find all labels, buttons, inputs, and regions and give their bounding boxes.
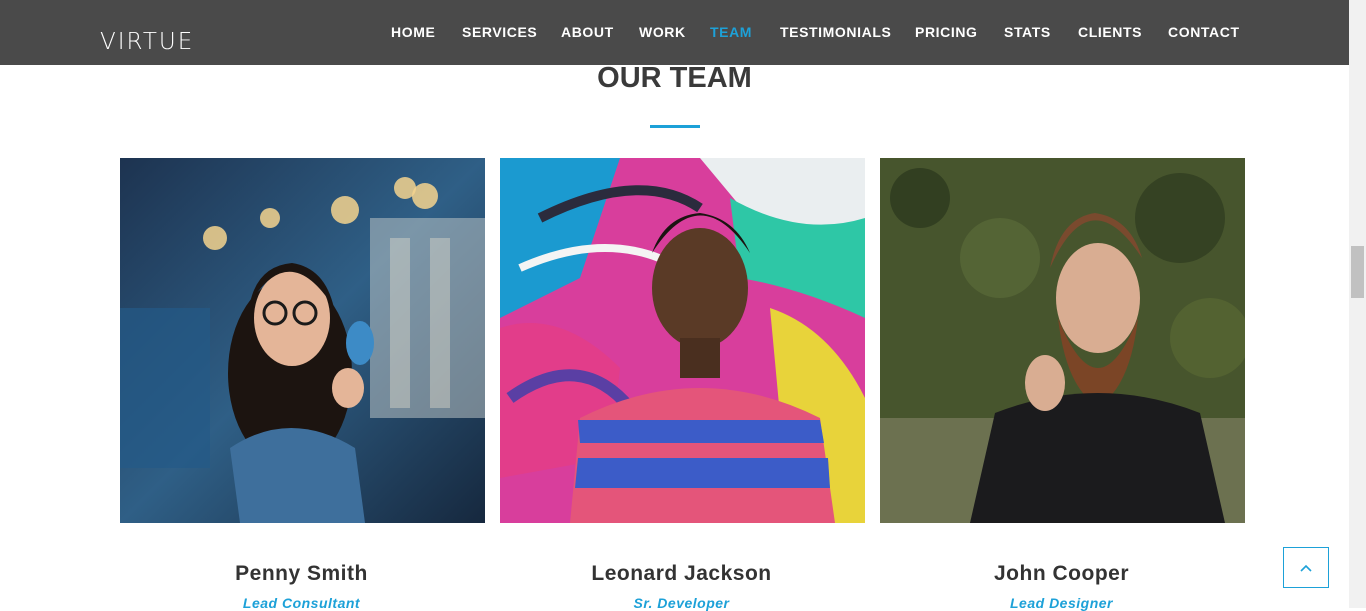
- member-name-penny: Penny Smith: [235, 562, 368, 585]
- member-role-penny: Lead Consultant: [242, 595, 361, 611]
- nav-services[interactable]: SERVICES: [462, 22, 537, 42]
- nav-contact[interactable]: CONTACT: [1168, 22, 1240, 42]
- nav-pricing[interactable]: PRICING: [915, 22, 978, 42]
- photo-john-illustration: [880, 158, 1245, 523]
- nav-team[interactable]: TEAM: [710, 22, 752, 42]
- photo-penny-illustration: [120, 158, 485, 523]
- site-logo[interactable]: VIRTUE: [100, 28, 194, 56]
- nav-testimonials[interactable]: TESTIMONIALS: [780, 22, 891, 42]
- scrollbar-thumb[interactable]: [1351, 246, 1364, 298]
- navbar: VIRTUE HOME SERVICES ABOUT WORK TEAM TES…: [0, 0, 1349, 65]
- nav-stats[interactable]: STATS: [1004, 22, 1051, 42]
- section-title: OUR TEAM: [597, 62, 752, 94]
- member-name-john: John Cooper: [994, 562, 1129, 585]
- nav-about[interactable]: ABOUT: [561, 22, 614, 42]
- back-to-top-button[interactable]: [1283, 547, 1329, 588]
- team-photo-penny: [120, 158, 485, 523]
- member-role-john: Lead Designer: [1010, 595, 1113, 611]
- scrollbar-track[interactable]: [1349, 0, 1366, 608]
- nav-home[interactable]: HOME: [391, 22, 435, 42]
- team-photo-leonard: [500, 158, 865, 523]
- title-underline: [650, 125, 700, 128]
- photo-leonard-illustration: [500, 158, 865, 523]
- member-role-leonard: Sr. Developer: [633, 595, 730, 611]
- nav-work[interactable]: WORK: [639, 22, 686, 42]
- member-name-leonard: Leonard Jackson: [591, 562, 772, 585]
- nav-clients[interactable]: CLIENTS: [1078, 22, 1142, 42]
- team-photo-john: [880, 158, 1245, 523]
- chevron-up-icon: [1300, 564, 1312, 572]
